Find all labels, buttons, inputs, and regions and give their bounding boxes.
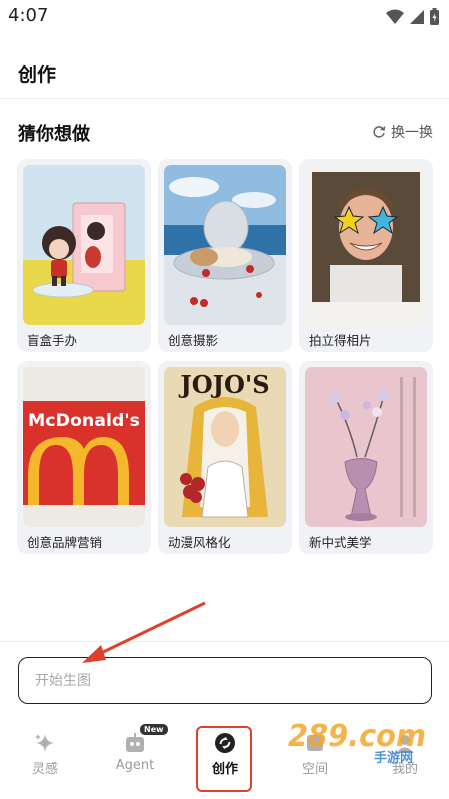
card-image: JOJO'S xyxy=(164,367,286,527)
nav-item-agent[interactable]: New Agent xyxy=(100,724,170,773)
card-label: 新中式美学 xyxy=(309,535,372,550)
page-title: 创作 xyxy=(18,64,57,86)
jojo-title-text: JOJO'S xyxy=(178,370,269,399)
nav-label: 灵感 xyxy=(31,762,58,777)
card-neo-chinese-aesthetics[interactable]: 新中式美学 xyxy=(299,361,433,554)
card-label: 创意品牌营销 xyxy=(27,535,103,550)
card-brand-marketing[interactable]: McDonald's 创意品牌营销 xyxy=(17,361,151,554)
card-polaroid-photo[interactable]: 拍立得相片 xyxy=(299,159,433,352)
battery-icon xyxy=(430,8,439,25)
prompt-input[interactable] xyxy=(18,657,432,704)
card-image: McDonald's xyxy=(23,367,145,527)
refresh-icon xyxy=(373,126,386,138)
highlight-box xyxy=(196,726,252,792)
nav-item-inspiration[interactable]: 灵感 xyxy=(10,732,80,777)
agent-icon xyxy=(126,733,144,752)
card-label: 拍立得相片 xyxy=(309,333,372,348)
card-image xyxy=(164,165,286,325)
watermark-text: 289.com xyxy=(288,719,426,754)
new-badge: New xyxy=(140,724,168,735)
wifi-icon xyxy=(386,9,404,24)
nav-label: Agent xyxy=(115,758,155,773)
watermark-logo: 289.com 手游网 xyxy=(288,719,426,766)
mcdonalds-logo-text: McDonald's xyxy=(28,411,140,431)
sparkle-icon xyxy=(35,734,54,752)
card-label: 盲盒手办 xyxy=(27,333,78,348)
card-image xyxy=(305,367,427,527)
card-image xyxy=(23,165,145,325)
section-title: 猜你想做 xyxy=(18,124,90,145)
status-time: 4:07 xyxy=(8,5,49,26)
card-creative-photography[interactable]: 创意摄影 xyxy=(158,159,292,352)
card-label: 动漫风格化 xyxy=(168,535,231,550)
watermark-subtext: 手游网 xyxy=(374,750,413,766)
input-divider xyxy=(0,641,449,642)
card-anime-style[interactable]: JOJO'S 动漫风格化 xyxy=(158,361,292,554)
status-icons xyxy=(386,8,439,25)
refresh-label: 换一换 xyxy=(391,125,433,141)
card-label: 创意摄影 xyxy=(168,333,219,348)
header-divider xyxy=(0,98,449,99)
cellular-icon xyxy=(410,9,424,24)
refresh-button[interactable]: 换一换 xyxy=(372,122,433,142)
status-bar: 4:07 xyxy=(0,0,449,34)
card-blind-box-figure[interactable]: 盲盒手办 xyxy=(17,159,151,352)
card-image xyxy=(305,165,427,325)
